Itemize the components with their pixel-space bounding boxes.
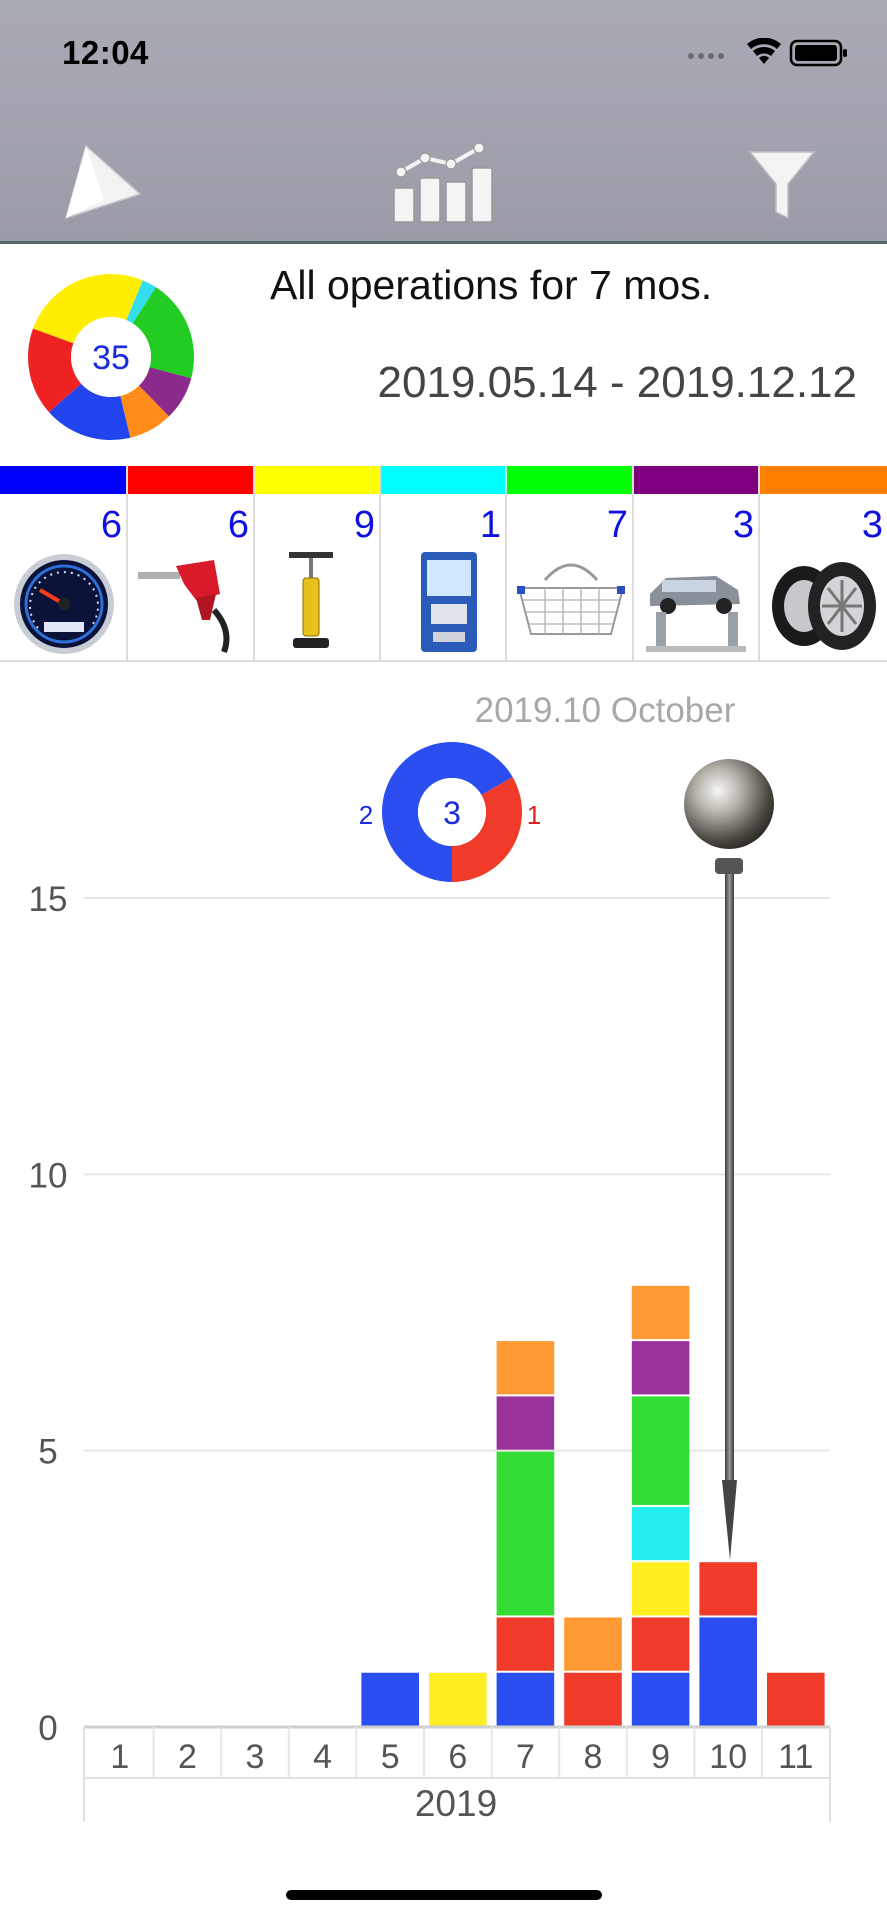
air-pump-icon (289, 552, 333, 648)
y-tick-label: 0 (38, 1709, 57, 1748)
total-donut: 35 (28, 274, 194, 440)
category-count: 7 (606, 504, 628, 546)
category-odometer[interactable]: 6 (0, 466, 128, 662)
statistics-button[interactable] (389, 142, 499, 231)
color-strip (128, 466, 253, 494)
x-tick-label[interactable]: 1 (110, 1738, 129, 1776)
tires-icon (772, 562, 876, 650)
bar-segment[interactable] (564, 1617, 622, 1671)
y-tick-label: 5 (38, 1433, 57, 1472)
navigation-bar: 12:04 (0, 0, 887, 244)
color-strip (507, 466, 632, 494)
divider (0, 660, 887, 662)
bar-segment[interactable] (631, 1672, 690, 1726)
category-car-service[interactable]: 3 (634, 466, 760, 662)
color-strip (760, 466, 887, 494)
category-bar: 6 6 9 1 7 3 3 (0, 466, 887, 662)
home-indicator[interactable] (286, 1890, 602, 1900)
bar-segment[interactable] (496, 1341, 555, 1395)
bar-segment[interactable] (631, 1396, 690, 1505)
category-tires[interactable]: 3 (760, 466, 887, 662)
date-range[interactable]: 2019.05.14 - 2019.12.12 (377, 358, 857, 408)
filter-button[interactable] (748, 150, 816, 225)
shopping-basket-icon (517, 563, 625, 635)
category-tire-pump[interactable]: 9 (255, 466, 381, 662)
category-count: 6 (100, 504, 122, 546)
cellular-signal-icon (688, 53, 724, 59)
bar-segment[interactable] (767, 1672, 825, 1726)
x-tick-label[interactable]: 6 (448, 1738, 467, 1776)
payment-terminal-icon (421, 552, 477, 652)
month-selector-pin[interactable] (684, 759, 774, 1560)
fuel-nozzle-icon (138, 560, 230, 654)
selected-part-left: 2 (359, 800, 373, 830)
bar-segment[interactable] (496, 1451, 555, 1616)
y-tick-label: 10 (29, 1156, 68, 1195)
year-label: 2019 (415, 1783, 497, 1824)
bar-segment[interactable] (496, 1672, 555, 1726)
selected-month-label: 2019.10 October (475, 691, 736, 730)
category-count: 6 (227, 504, 249, 546)
back-button[interactable] (64, 142, 144, 227)
monthly-operations-chart[interactable]: 0 5 10 15 1 2 3 4 5 6 7 8 9 10 11 2019.10 October 3 2… (0, 670, 887, 1850)
selected-part-right: 1 (527, 800, 541, 830)
chart-statistics-icon (393, 142, 493, 223)
car-lift-icon (646, 576, 746, 652)
category-count: 3 (732, 504, 754, 546)
bar-segment[interactable] (631, 1506, 690, 1561)
color-strip (634, 466, 758, 494)
bar-segment[interactable] (564, 1672, 622, 1726)
bar-segment[interactable] (631, 1341, 690, 1395)
category-count: 3 (861, 504, 883, 546)
bar-segment[interactable] (631, 1617, 690, 1671)
bar-segment[interactable] (429, 1672, 487, 1726)
x-tick-label[interactable]: 4 (313, 1738, 332, 1776)
bar-segment[interactable] (631, 1285, 690, 1340)
x-tick-label[interactable]: 3 (246, 1738, 265, 1776)
filter-icon (748, 151, 816, 220)
wifi-icon (747, 37, 781, 64)
summary-title: All operations for 7 mos. (270, 262, 713, 308)
x-tick-label[interactable]: 8 (584, 1738, 603, 1776)
speedometer-icon (14, 554, 114, 654)
selected-total: 3 (443, 795, 461, 831)
bar-segment[interactable] (699, 1617, 757, 1726)
total-count: 35 (92, 339, 130, 377)
category-fuel[interactable]: 6 (128, 466, 255, 662)
bar-segment[interactable] (699, 1562, 757, 1616)
status-icons (681, 37, 851, 68)
grid (84, 897, 830, 1452)
bar-segment[interactable] (496, 1617, 555, 1671)
y-tick-label: 15 (29, 880, 68, 919)
x-tick-label[interactable]: 11 (778, 1738, 813, 1776)
x-tick-label[interactable]: 9 (651, 1738, 670, 1776)
category-shopping[interactable]: 7 (507, 466, 634, 662)
x-tick-label[interactable]: 5 (381, 1738, 400, 1776)
color-strip (381, 466, 505, 494)
status-time: 12:04 (62, 34, 149, 71)
bar-segment[interactable] (496, 1396, 555, 1450)
x-tick-label[interactable]: 10 (709, 1738, 747, 1776)
category-payment-terminal[interactable]: 1 (381, 466, 507, 662)
category-count: 9 (353, 504, 375, 546)
color-strip (255, 466, 379, 494)
category-count: 1 (479, 504, 501, 546)
bar-segment[interactable] (631, 1562, 690, 1616)
back-arrow-icon (64, 144, 142, 220)
color-strip (0, 466, 126, 494)
x-tick-label[interactable]: 7 (516, 1738, 535, 1776)
battery-icon (789, 39, 847, 67)
x-tick-label[interactable]: 2 (178, 1738, 197, 1776)
bar-segment[interactable] (361, 1672, 419, 1726)
